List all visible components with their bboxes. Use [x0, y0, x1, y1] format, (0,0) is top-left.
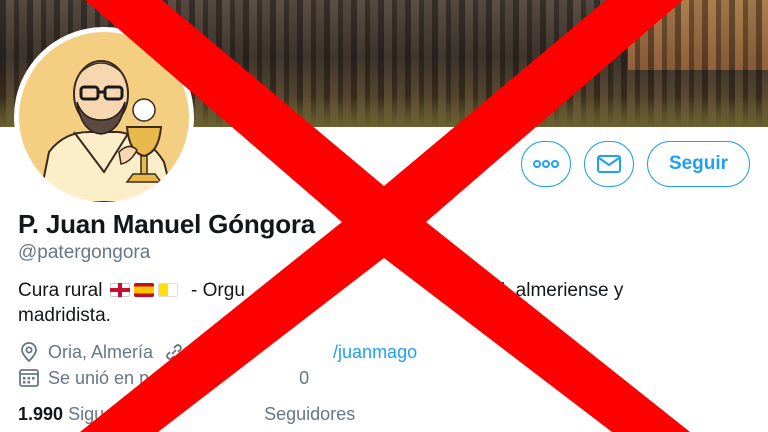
following-label[interactable]: Sigu	[68, 404, 104, 424]
following-count[interactable]: 1.990	[18, 404, 63, 424]
profile-joined: Se unió en n 0	[18, 367, 309, 389]
bio-text-start: Cura rural	[18, 280, 103, 301]
calendar-icon	[18, 367, 40, 389]
bio-text-line2: madridista.	[18, 305, 111, 326]
link-icon	[163, 341, 185, 363]
joined-text: Se unió en n	[48, 367, 150, 388]
profile-name: P. Juan Manuel Góngora	[18, 209, 316, 239]
profile-stats: 1.990 Sigu Seguidores	[18, 404, 355, 425]
more-dots-icon	[533, 160, 559, 168]
flag-red-cross-icon	[109, 283, 130, 297]
bio-text-end: l, almeriense y	[500, 280, 624, 301]
bio-text-mid: - Orgu	[191, 280, 245, 301]
avatar-illustration	[19, 32, 189, 202]
location-pin-icon	[18, 341, 40, 363]
profile-location: Oria, Almería /juanmago	[18, 341, 417, 363]
message-button[interactable]	[584, 141, 634, 187]
profile-bio: Cura rural - Orgu l, almeriense y madridi…	[18, 278, 678, 328]
envelope-icon	[597, 155, 621, 173]
location-text: Oria, Almería	[48, 341, 154, 362]
more-options-button[interactable]	[521, 141, 571, 187]
flag-spain-icon	[133, 283, 154, 297]
priest-chalice-illustration	[37, 60, 176, 202]
joined-year-fragment: 0	[299, 367, 310, 388]
flag-vatican-icon	[157, 283, 178, 297]
website-link[interactable]: /juanmago	[333, 342, 417, 363]
follow-button[interactable]: Seguir	[647, 141, 750, 187]
avatar[interactable]	[14, 27, 194, 207]
followers-label[interactable]: Seguidores	[264, 404, 355, 424]
profile-handle: @patergongora	[18, 242, 151, 263]
